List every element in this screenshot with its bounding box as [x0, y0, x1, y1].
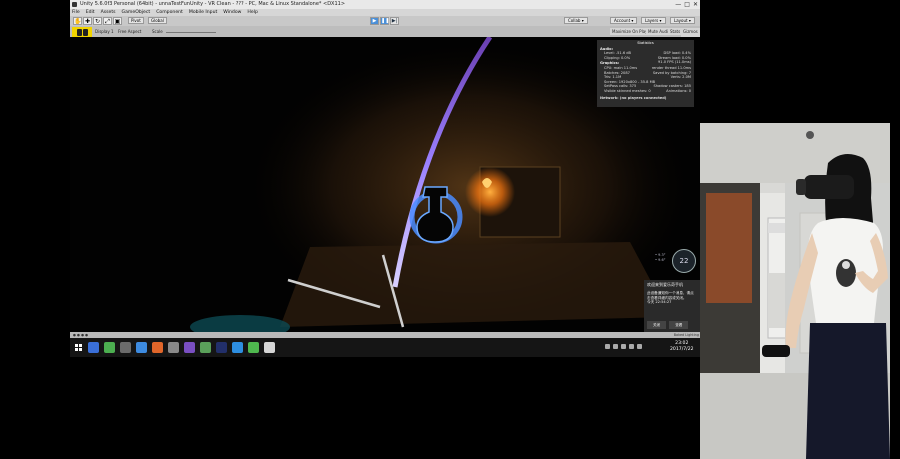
- minimize-button[interactable]: —: [675, 0, 681, 9]
- maximize-button[interactable]: □: [684, 0, 690, 9]
- pivot-toggle[interactable]: Pivot: [128, 17, 144, 24]
- stats-value: Animations: 0: [666, 88, 691, 93]
- aspect-dropdown[interactable]: Free Aspect: [118, 28, 141, 35]
- taskbar-date: 2017/7/22: [670, 347, 694, 352]
- stats-value: Visible skinned meshes: 0: [604, 88, 651, 93]
- notification-buttons: 关闭 查看: [647, 321, 689, 329]
- windows-start-icon[interactable]: [75, 344, 82, 351]
- taskbar-app-icon[interactable]: [104, 342, 115, 353]
- game-viewport[interactable]: Statistics Audio: Level: -51.6 dB DSP loa…: [70, 37, 700, 332]
- menu-gameobject[interactable]: GameObject: [122, 9, 151, 16]
- user-photo-illustration: [700, 123, 890, 459]
- menu-mobile-input[interactable]: Mobile Input: [189, 9, 217, 16]
- gizmo-icon: [76, 28, 82, 36]
- windows-taskbar: 23:02 2017/7/22: [70, 338, 700, 357]
- stats-title: Statistics: [637, 41, 654, 45]
- display-dropdown[interactable]: Display 1: [95, 28, 114, 35]
- menu-component[interactable]: Component: [156, 9, 183, 16]
- vr-user-photo: [700, 123, 890, 459]
- volume-icon[interactable]: [621, 344, 626, 349]
- hand-tool-button[interactable]: ✋: [73, 17, 82, 25]
- editor-toolbar: ✋ ✚ ↻ ⤢ ▣ Pivot Global ▶ ❚❚ ▶| Collab ▾ …: [70, 16, 700, 26]
- step-button[interactable]: ▶|: [390, 17, 399, 25]
- taskbar-app-icon[interactable]: [184, 342, 195, 353]
- window-controls: — □ ✕: [675, 0, 698, 9]
- scale-tool-button[interactable]: ⤢: [103, 17, 112, 25]
- taskbar-app-icon[interactable]: [88, 342, 99, 353]
- taskbar-clock[interactable]: 23:02 2017/7/22: [670, 341, 694, 353]
- taskbar-app-icon[interactable]: [120, 342, 131, 353]
- play-controls: ▶ ❚❚ ▶|: [370, 17, 399, 25]
- network-icon[interactable]: [613, 344, 618, 349]
- battery-icon[interactable]: [637, 344, 642, 349]
- maximize-on-play-toggle[interactable]: Maximize On Play: [610, 28, 650, 35]
- taskbar-app-icon[interactable]: [216, 342, 227, 353]
- transform-tools: ✋ ✚ ↻ ⤢ ▣: [73, 17, 122, 25]
- notification-popup[interactable]: 欢迎来到爱乐奇手机 此设备通知你一个消息，请点击查看详细内容或关闭。 今天 22…: [644, 280, 700, 332]
- menu-file[interactable]: File: [72, 9, 80, 16]
- lamp-glow: [465, 167, 515, 217]
- menu-bar: File Edit Assets GameObject Component Mo…: [70, 9, 700, 16]
- scale-label: Scale: [152, 29, 163, 34]
- taskbar-app-icon[interactable]: [136, 342, 147, 353]
- collab-dropdown[interactable]: Collab ▾: [564, 17, 588, 24]
- menu-help[interactable]: Help: [247, 9, 257, 16]
- account-dropdown[interactable]: Account ▾: [610, 17, 638, 24]
- close-button[interactable]: ✕: [693, 0, 698, 9]
- unity-logo-icon: [72, 2, 77, 7]
- taskbar-app-icon[interactable]: [264, 342, 275, 353]
- status-indicators: ● ● ● ●: [73, 333, 89, 337]
- taskbar-apps: [88, 342, 275, 353]
- taskbar-app-icon[interactable]: [232, 342, 243, 353]
- notification-view-button[interactable]: 查看: [669, 321, 689, 329]
- game-view-header: Display 1 Free Aspect Scale Maximize On …: [70, 26, 700, 42]
- desktop-screen: Unity 5.6.0f3 Personal (64bit) - unnaTes…: [70, 0, 700, 357]
- ime-icon[interactable]: [629, 344, 634, 349]
- pause-button[interactable]: ❚❚: [380, 17, 389, 25]
- rotate-tool-button[interactable]: ↻: [93, 17, 102, 25]
- taskbar-app-icon[interactable]: [200, 342, 211, 353]
- layers-dropdown[interactable]: Layers ▾: [641, 17, 666, 24]
- menu-window[interactable]: Window: [223, 9, 241, 16]
- stats-row: Visible skinned meshes: 0 Animations: 0: [600, 89, 691, 94]
- gizmo-icon: [82, 28, 88, 36]
- taskbar-app-icon[interactable]: [152, 342, 163, 353]
- taskbar-app-icon[interactable]: [168, 342, 179, 353]
- notification-close-button[interactable]: 关闭: [647, 321, 667, 329]
- stats-network: Network: (no players connected): [600, 95, 667, 100]
- teal-floor-light: [190, 315, 290, 332]
- rect-tool-button[interactable]: ▣: [113, 17, 122, 25]
- stats-value: Verts: 2.0M: [670, 75, 691, 80]
- global-toggle[interactable]: Global: [148, 17, 167, 24]
- tray-up-icon[interactable]: [605, 344, 610, 349]
- floor-rug: [280, 242, 670, 327]
- sensor-readout: • 9.6°: [655, 258, 666, 262]
- notification-body: 此设备通知你一个消息，请点击查看详细内容或关闭。: [647, 290, 694, 300]
- clock-widget: 22: [672, 249, 696, 273]
- taskbar-app-icon[interactable]: [248, 342, 259, 353]
- notification-title: 欢迎来到爱乐奇手机: [647, 282, 683, 287]
- window-titlebar[interactable]: Unity 5.6.0f3 Personal (64bit) - unnaTes…: [70, 0, 700, 9]
- move-tool-button[interactable]: ✚: [83, 17, 92, 25]
- menu-assets[interactable]: Assets: [101, 9, 116, 16]
- sensor-readouts: • 9.3° • 9.6°: [655, 253, 666, 263]
- system-tray: [605, 344, 642, 349]
- scale-slider[interactable]: [166, 32, 216, 33]
- play-button[interactable]: ▶: [370, 17, 379, 25]
- window-title: Unity 5.6.0f3 Personal (64bit) - unnaTes…: [80, 1, 346, 7]
- layout-dropdown[interactable]: Layout ▾: [670, 17, 695, 24]
- notification-time: 今天 22:54:27: [647, 300, 672, 305]
- stats-overlay: Statistics Audio: Level: -51.6 dB DSP loa…: [597, 40, 694, 107]
- game-tab[interactable]: [72, 27, 92, 37]
- stats-value: Clipping: 0.0%: [604, 55, 631, 60]
- menu-edit[interactable]: Edit: [86, 9, 95, 16]
